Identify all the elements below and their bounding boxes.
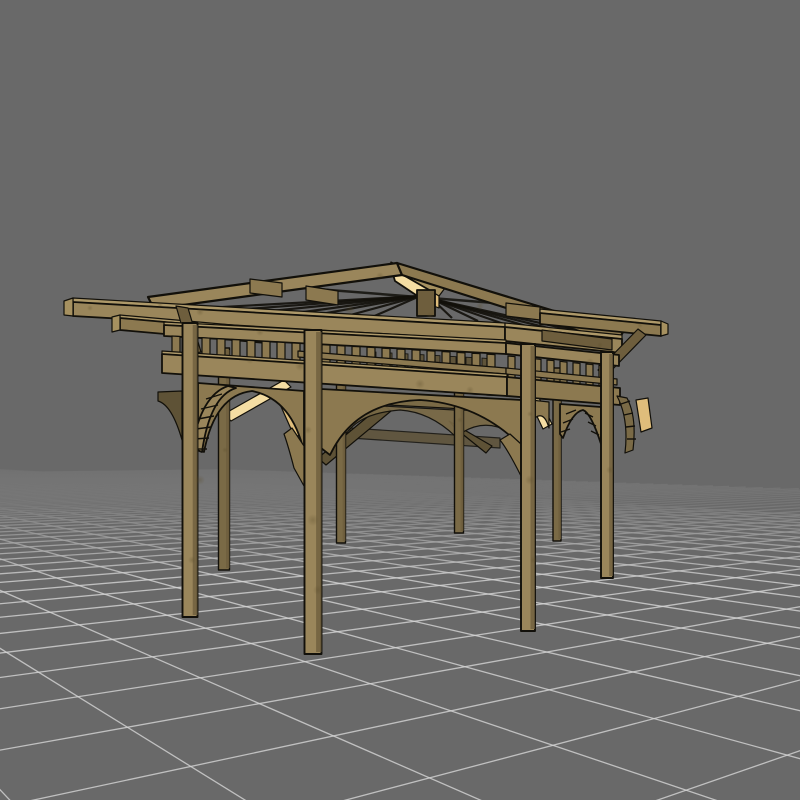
kingpost <box>417 290 435 316</box>
wood-spot <box>195 475 205 485</box>
wood-spot <box>188 556 196 564</box>
wood-spot <box>345 305 355 315</box>
rear-post <box>219 348 230 570</box>
post <box>601 352 613 578</box>
wood-spot <box>476 302 484 310</box>
viewport-canvas[interactable] <box>0 0 800 800</box>
wood-spot <box>246 356 254 364</box>
wood-spot <box>426 312 434 320</box>
wood-spot <box>295 361 305 371</box>
wood-spot <box>157 302 163 308</box>
3d-viewport <box>0 0 800 800</box>
wood-spot <box>546 326 554 334</box>
wood-spot <box>87 305 93 311</box>
wood-spot <box>597 342 603 348</box>
wood-spot <box>196 308 204 316</box>
wood-spot <box>525 475 535 485</box>
ladder-rung <box>626 426 635 427</box>
wood-spot <box>222 447 228 453</box>
wood-spot <box>606 466 614 474</box>
wood-spot <box>637 322 643 328</box>
wood-spot <box>304 426 312 434</box>
grid-distance-fade <box>0 430 800 580</box>
post <box>305 330 322 654</box>
wood-spot <box>376 272 384 280</box>
purlin-left-end-cap <box>112 315 120 332</box>
overhang-right-end-cap <box>661 321 668 336</box>
wood-spot <box>586 358 594 366</box>
post <box>521 344 535 631</box>
wood-spot <box>256 328 264 336</box>
wood-spot <box>457 417 463 423</box>
wood-spot <box>530 556 538 564</box>
plate-left-end-cap <box>64 298 73 316</box>
wood-spot <box>527 411 533 417</box>
wood-spot <box>415 379 425 389</box>
post <box>183 323 198 617</box>
wood-spot <box>307 514 319 526</box>
wood-spot <box>466 386 474 394</box>
wood-spot <box>313 585 323 595</box>
